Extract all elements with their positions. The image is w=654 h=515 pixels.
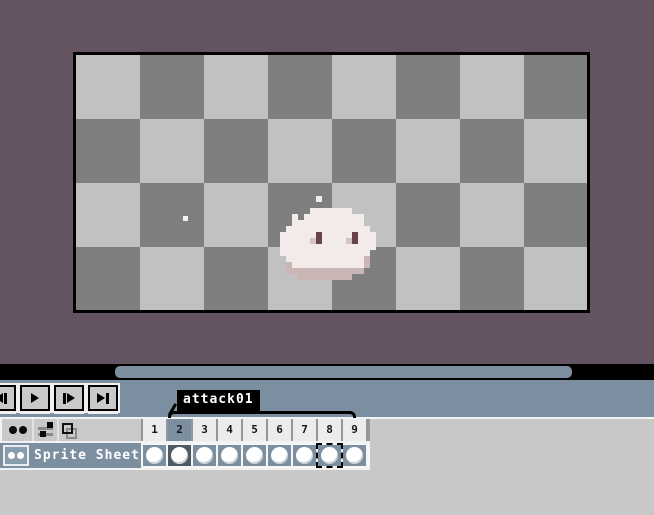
timeline-cel-4[interactable]: [218, 445, 241, 466]
next-frame-button[interactable]: [54, 385, 84, 411]
frame-header-cell-9[interactable]: 9: [343, 419, 366, 441]
particle-pixel: [183, 216, 188, 221]
timeline-cel-7[interactable]: [293, 445, 316, 466]
cel-row: [141, 443, 370, 468]
timeline-cel-2[interactable]: [168, 445, 191, 466]
separator-line: [0, 468, 370, 470]
frame-header-cell-8[interactable]: 8: [318, 419, 341, 441]
timeline-cel-5[interactable]: [243, 445, 266, 466]
cel-thumbnail-dot: [171, 447, 188, 464]
frame-header-cell-3[interactable]: 3: [193, 419, 216, 441]
frame-header-cell-5[interactable]: 5: [243, 419, 266, 441]
frame-header-cell-1[interactable]: 1: [143, 419, 166, 441]
timeline-cel-6[interactable]: [268, 445, 291, 466]
cel-thumbnail-dot: [271, 447, 288, 464]
timeline-cel-1[interactable]: [143, 445, 166, 466]
cel-thumbnail-dot: [346, 447, 363, 464]
cel-thumbnail-dot: [321, 447, 338, 464]
frame-header-cell-6[interactable]: 6: [268, 419, 291, 441]
frame-tag-label[interactable]: attack01: [177, 390, 260, 411]
tag-range-bracket: [168, 411, 356, 418]
horizontal-scrollbar-track[interactable]: [0, 364, 654, 380]
sprite-editor-window: attack01 123456789 Sprite Sheet: [0, 0, 654, 515]
cel-thumbnail-dot: [296, 447, 313, 464]
go-to-first-frame-button[interactable]: [0, 385, 16, 411]
layer-visibility-icon[interactable]: [3, 445, 29, 466]
layer-name: Sprite Sheet: [34, 443, 140, 468]
cel-thumbnail-dot: [246, 447, 263, 464]
play-button[interactable]: [20, 385, 50, 411]
cel-thumbnail-dot: [221, 447, 238, 464]
timeline-cel-3[interactable]: [193, 445, 216, 466]
horizontal-scrollbar-thumb[interactable]: [115, 366, 572, 378]
frame-header-cell-7[interactable]: 7: [293, 419, 316, 441]
frame-header-cell-4[interactable]: 4: [218, 419, 241, 441]
timeline-cel-8[interactable]: [318, 445, 341, 466]
cel-thumbnail-dot: [196, 447, 213, 464]
timeline-cel-9[interactable]: [343, 445, 366, 466]
cel-thumbnail-dot: [146, 447, 163, 464]
go-to-last-frame-button[interactable]: [88, 385, 118, 411]
frame-header-cell-2[interactable]: 2: [168, 419, 191, 441]
timeline-toolbar: [2, 419, 141, 441]
frame-header-row: 123456789: [141, 419, 370, 441]
layer-row-sprite-sheet[interactable]: Sprite Sheet: [0, 443, 141, 468]
